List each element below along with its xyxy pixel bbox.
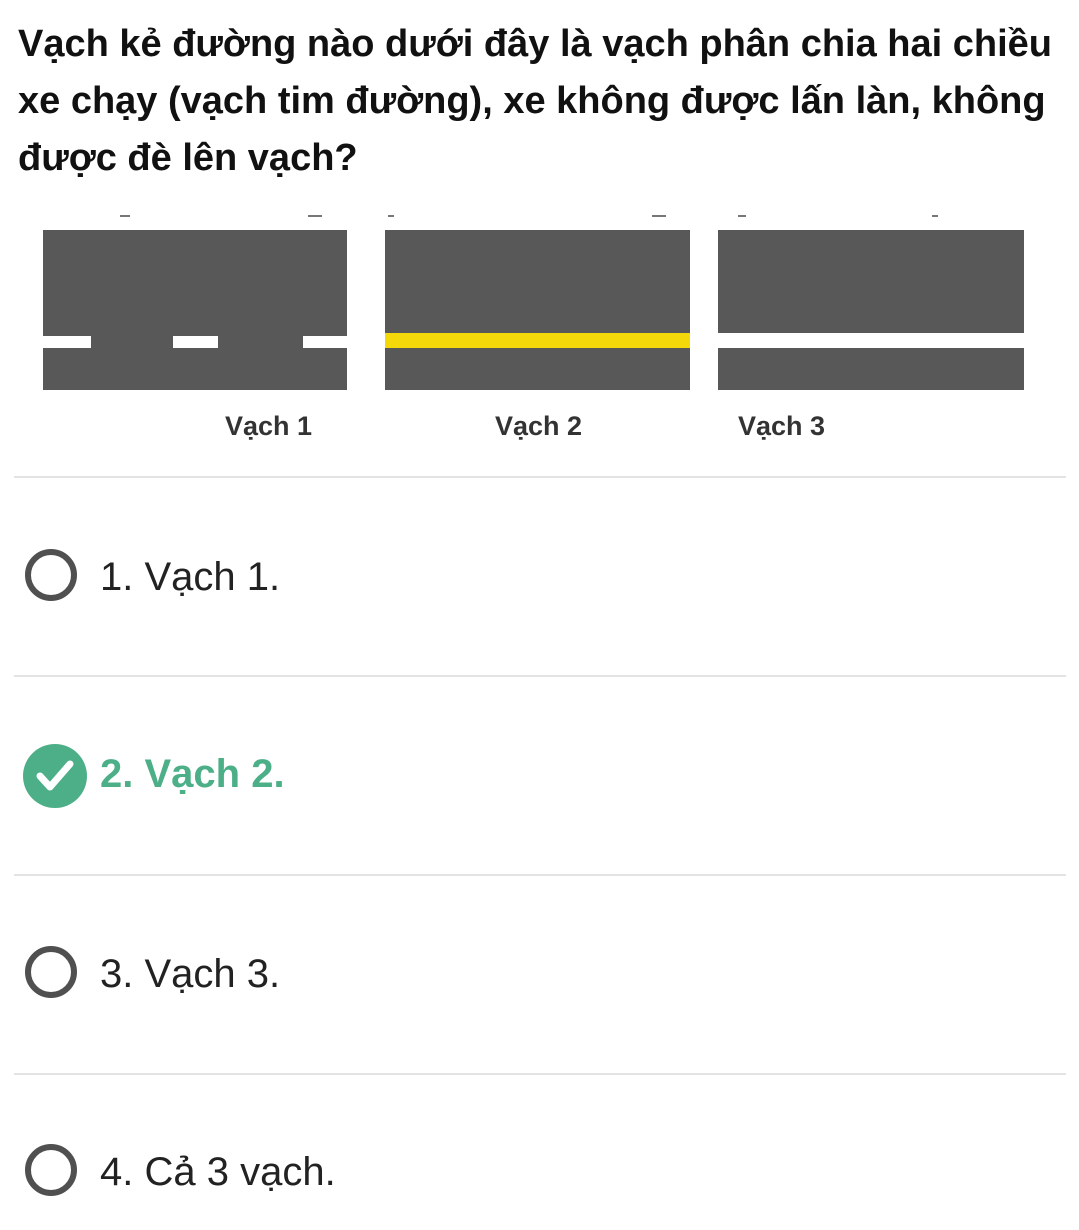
- figure-tick: [120, 215, 130, 217]
- option-2[interactable]: 2. Vạch 2.: [0, 722, 1079, 832]
- option-label: 1. Vạch 1.: [100, 555, 281, 599]
- solid-white-line: [718, 333, 1024, 348]
- figure-tick: [308, 215, 322, 217]
- option-label: 3. Vạch 3.: [100, 952, 281, 996]
- divider: [14, 1073, 1066, 1075]
- radio-unchecked-icon[interactable]: [25, 549, 77, 601]
- dashed-line-segment: [173, 336, 218, 348]
- option-3[interactable]: 3. Vạch 3.: [0, 922, 1079, 1032]
- figure-label-2: Vạch 2: [495, 411, 583, 441]
- checkmark-icon: [36, 760, 74, 791]
- question-text: Vạch kẻ đường nào dưới đây là vạch phân …: [18, 23, 1052, 179]
- divider: [14, 476, 1066, 478]
- divider: [14, 874, 1066, 876]
- divider: [14, 675, 1066, 677]
- radio-checked-icon[interactable]: [23, 744, 87, 808]
- dashed-line-segment: [303, 336, 347, 348]
- option-4[interactable]: 4. Cả 3 vạch.: [0, 1120, 1079, 1230]
- road-image-2: [385, 230, 690, 390]
- solid-yellow-line: [385, 333, 690, 348]
- figure-tick: [652, 215, 666, 217]
- dashed-line-segment: [43, 336, 91, 348]
- figure-tick: [932, 215, 938, 217]
- option-label: 4. Cả 3 vạch.: [100, 1150, 336, 1194]
- radio-unchecked-icon[interactable]: [25, 946, 77, 998]
- road-image-3: [718, 230, 1024, 390]
- figure-tick: [738, 215, 746, 217]
- radio-unchecked-icon[interactable]: [25, 1144, 77, 1196]
- figure-tick: [388, 215, 394, 217]
- road-image-1: [43, 230, 347, 390]
- option-label: 2. Vạch 2.: [100, 752, 285, 796]
- road-marking-figure: Vạch 1 Vạch 2 Vạch 3: [0, 200, 1079, 460]
- figure-label-1: Vạch 1: [225, 411, 313, 441]
- figure-label-3: Vạch 3: [738, 411, 826, 441]
- option-1[interactable]: 1. Vạch 1.: [0, 525, 1079, 635]
